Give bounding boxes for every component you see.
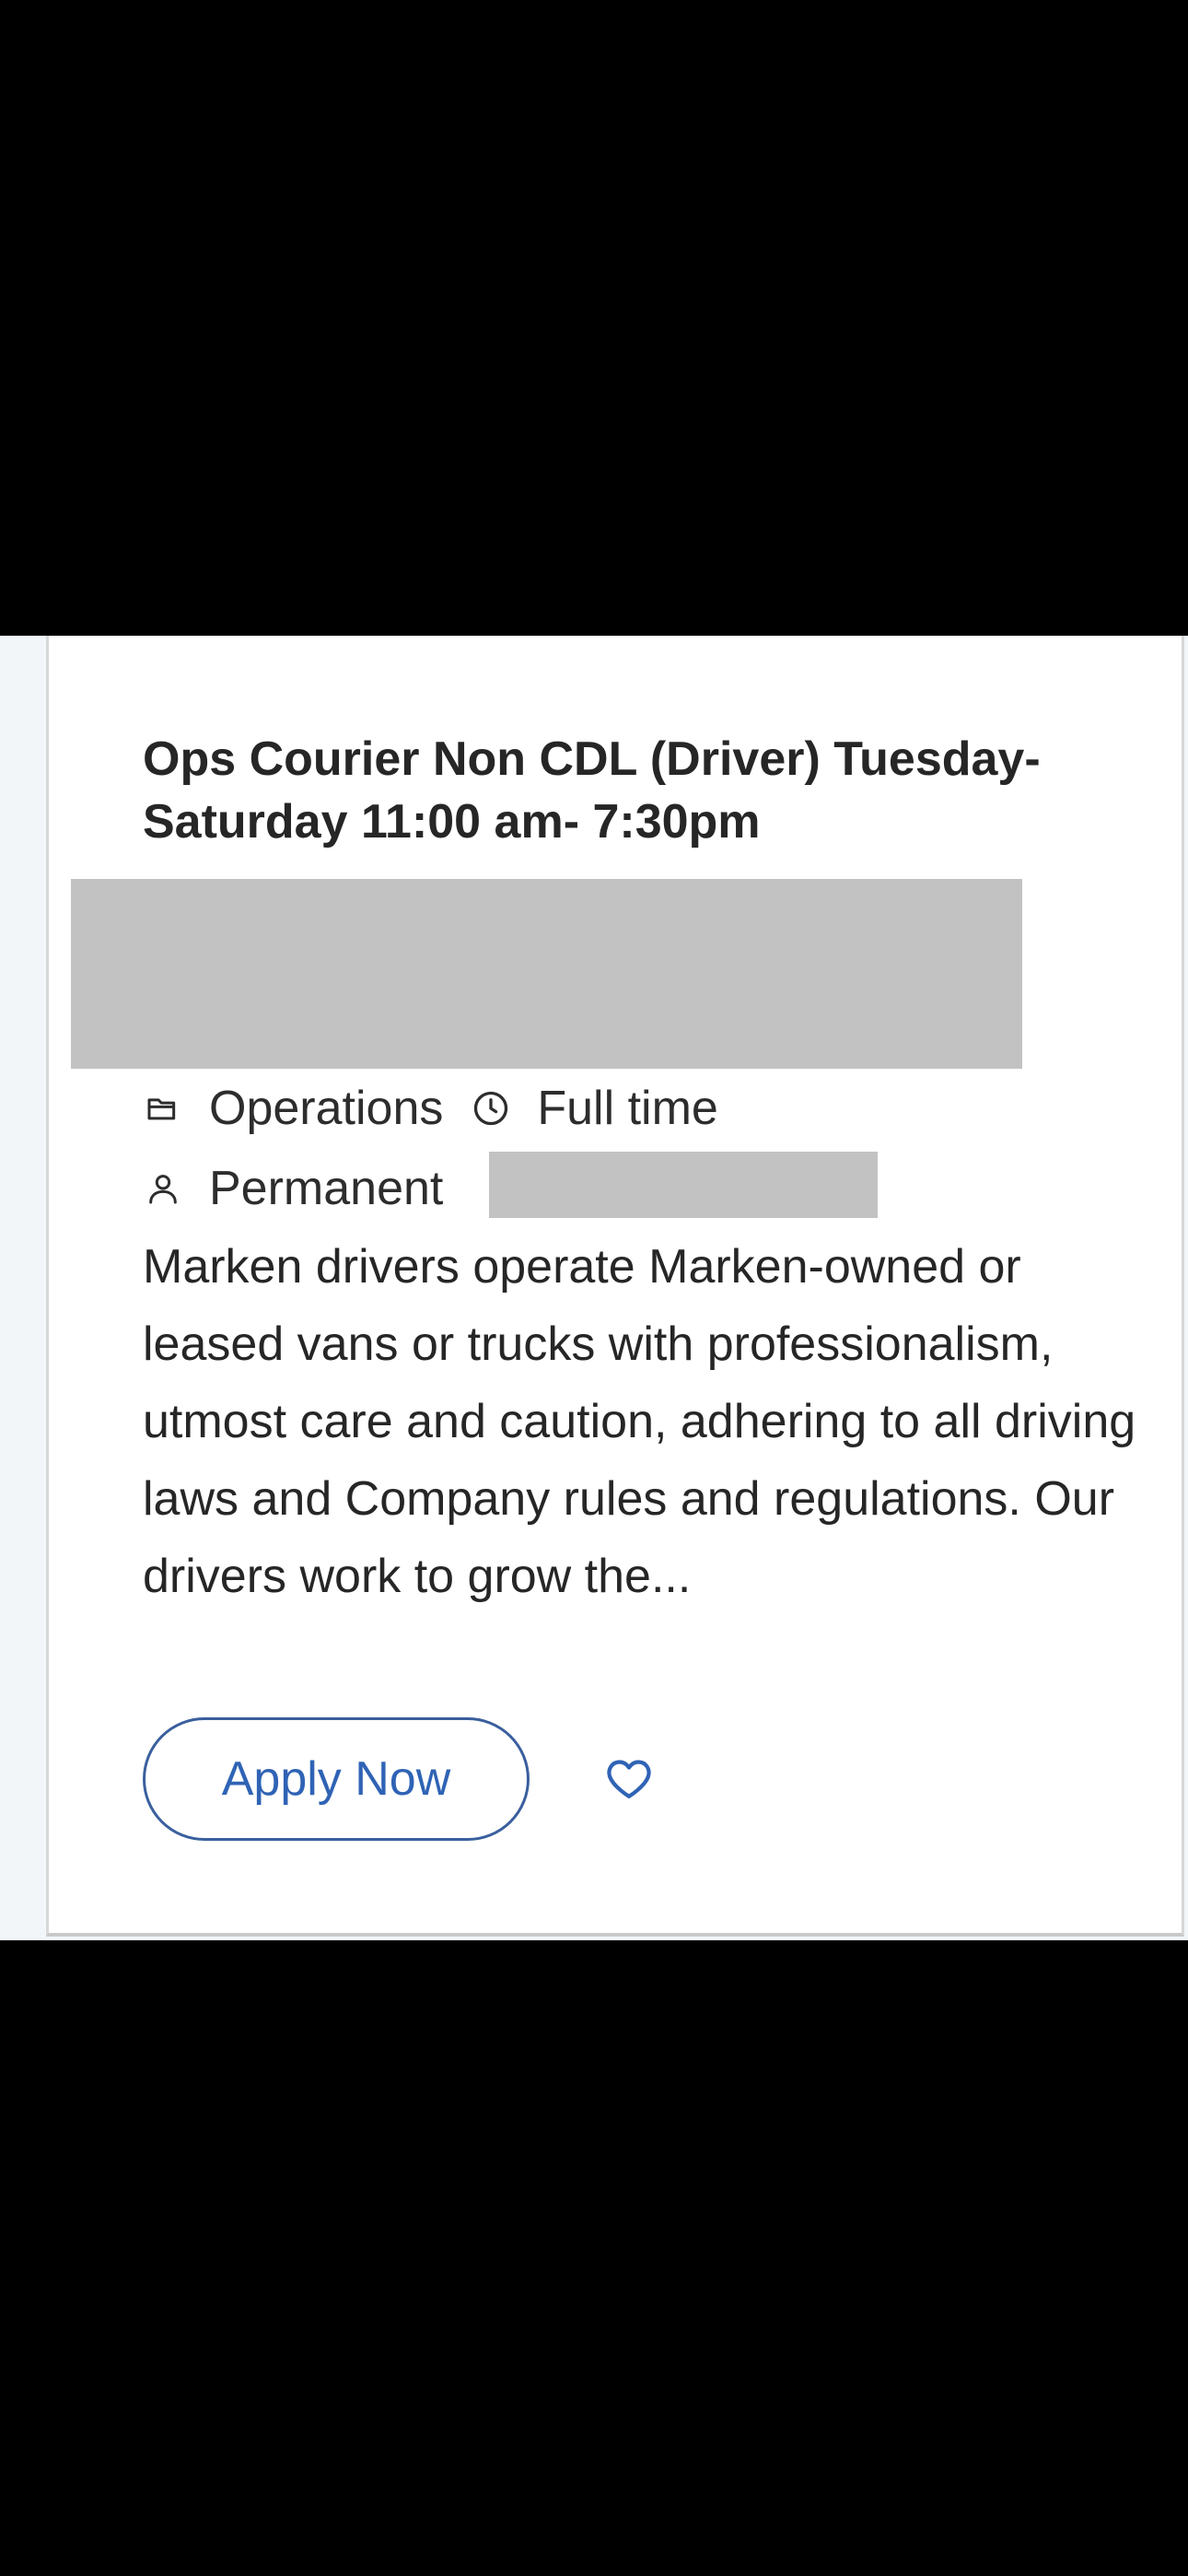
apply-now-button[interactable]: Apply Now: [143, 1717, 530, 1841]
heart-icon: [603, 1752, 655, 1809]
job-schedule: Full time: [537, 1082, 718, 1135]
bottom-black-area: [0, 1940, 1188, 2576]
person-icon: [143, 1168, 183, 1209]
job-meta-row-2: Permanent: [143, 1156, 443, 1221]
folder-icon: [143, 1088, 183, 1129]
clock-icon: [471, 1088, 511, 1129]
job-meta-row-1: Operations Full time: [143, 1076, 718, 1141]
redacted-location: [71, 879, 1022, 1069]
favorite-button[interactable]: [600, 1751, 658, 1809]
top-black-area: [0, 0, 1188, 636]
job-card: Ops Courier Non CDL (Driver) Tuesday-Sat…: [46, 636, 1184, 1937]
job-employment-type: Permanent: [209, 1162, 444, 1215]
job-title[interactable]: Ops Courier Non CDL (Driver) Tuesday-Sat…: [143, 728, 1119, 853]
job-description: Marken drivers operate Marken-owned or l…: [143, 1240, 1136, 1603]
redacted-info: [489, 1152, 878, 1218]
job-category: Operations: [209, 1082, 444, 1135]
